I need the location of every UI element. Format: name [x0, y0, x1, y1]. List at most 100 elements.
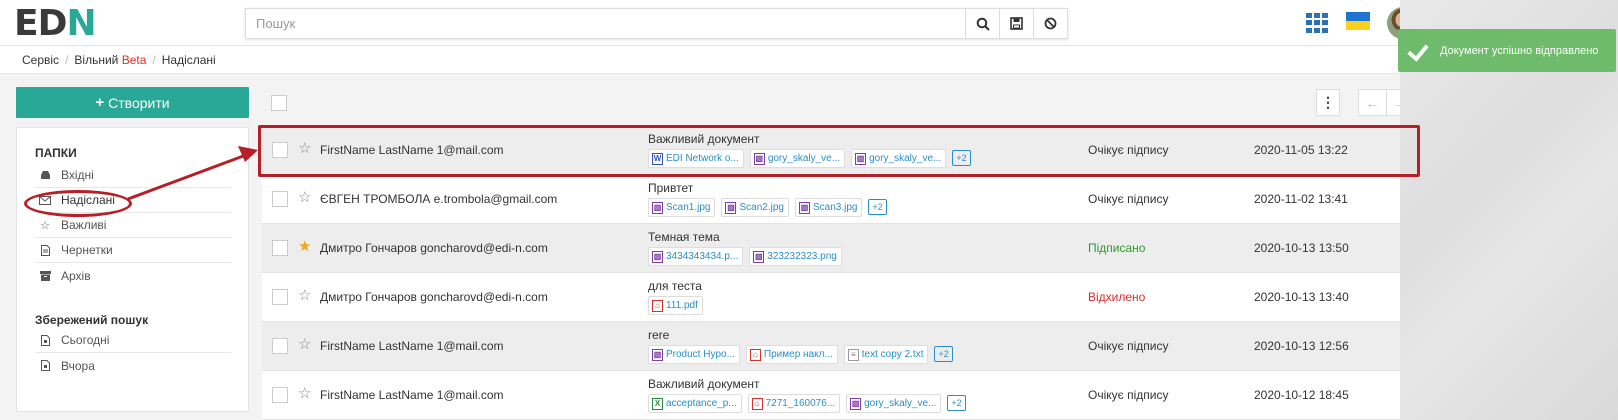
breadcrumb-free[interactable]: Вільний Beta — [74, 53, 146, 67]
beta-badge: Beta — [121, 52, 147, 67]
attachment-chip[interactable]: ▧ Scan1.jpg — [648, 198, 716, 217]
search-icon — [976, 17, 990, 31]
sidebar-item-drafts[interactable]: Чернетки — [35, 238, 231, 263]
table-row[interactable]: ☆ FirstName LastName 1@mail.com rere ▧ Produ… — [262, 322, 1418, 371]
breadcrumb-separator: / — [152, 52, 156, 67]
attachment-chip[interactable]: ▧ gory_skaly_ve... — [749, 149, 846, 168]
attachments: ⌂ 111.pdf — [648, 296, 703, 315]
row-sender: FirstName LastName 1@mail.com — [320, 388, 504, 402]
star-icon[interactable]: ★ — [298, 237, 311, 255]
checkmark-icon — [1408, 40, 1430, 62]
create-button[interactable]: + Створити — [16, 87, 249, 118]
row-subject: Темная тема — [648, 230, 720, 244]
row-date: 2020-10-13 13:40 — [1254, 290, 1349, 304]
search-button[interactable] — [965, 9, 999, 38]
saved-search-today[interactable]: Сьогодні — [35, 328, 231, 353]
star-icon[interactable]: ☆ — [298, 384, 311, 402]
attachment-name: Scan3.jpg — [812, 202, 858, 213]
attachment-chip[interactable]: ▧ 323232323.png — [749, 247, 842, 266]
row-subject: Важливий документ — [648, 377, 760, 391]
attachment-name: Пример накл... — [763, 349, 833, 360]
edin-logo[interactable]: ED N — [14, 3, 97, 44]
row-sender: FirstName LastName 1@mail.com — [320, 143, 504, 157]
attachment-chip[interactable]: ⌂ Пример накл... — [745, 345, 838, 364]
star-icon[interactable]: ☆ — [298, 286, 311, 304]
status-text: Очікує підпису — [1088, 339, 1169, 353]
attachment-chip[interactable]: ▧ Product Hypo... — [648, 345, 740, 364]
table-row[interactable]: ☆ FirstName LastName 1@mail.com Важливий д… — [262, 371, 1418, 420]
img-file-icon: ▧ — [855, 152, 867, 165]
more-attachments-badge[interactable]: +2 — [952, 150, 971, 166]
row-subject: rere — [648, 328, 670, 342]
table-row[interactable]: ☆ FirstName LastName 1@mail.com Важливий д… — [262, 126, 1418, 175]
breadcrumb-separator: / — [65, 52, 69, 67]
attachment-chip[interactable]: ▧ Scan3.jpg — [794, 198, 863, 217]
file-icon — [39, 334, 51, 346]
row-checkbox[interactable] — [272, 289, 288, 305]
toast-message: Документ успішно відправлено — [1440, 44, 1599, 57]
breadcrumb-sent: Надіслані — [161, 52, 216, 67]
attachment-chip[interactable]: ≡ text copy 2.txt — [843, 345, 929, 364]
inbox-icon — [39, 169, 51, 181]
breadcrumb-service[interactable]: Сервіс — [22, 53, 59, 67]
select-all-checkbox[interactable] — [271, 95, 287, 111]
pdf-file-icon: ⌂ — [751, 397, 763, 410]
img-file-icon: ▧ — [850, 397, 862, 410]
row-checkbox[interactable] — [272, 387, 288, 403]
apps-grid-icon[interactable] — [1306, 13, 1328, 33]
row-checkbox[interactable] — [272, 191, 288, 207]
save-search-button[interactable] — [999, 9, 1033, 38]
attachment-chip[interactable]: W EDI Network o... — [648, 149, 744, 168]
more-attachments-badge[interactable]: +2 — [947, 395, 966, 411]
success-toast[interactable]: Документ успішно відправлено — [1398, 29, 1616, 72]
sidebar-item-archive[interactable]: Архів — [35, 263, 231, 288]
attachment-name: 7271_160076... — [765, 398, 836, 409]
ukraine-flag-icon[interactable] — [1346, 12, 1370, 30]
attachment-name: gory_skaly_ve... — [864, 398, 937, 409]
table-row[interactable]: ★ Дмитро Гончаров goncharovd@edi-n.com Тем… — [262, 224, 1418, 273]
attachment-name: gory_skaly_ve... — [869, 153, 942, 164]
sidebar-item-inbox[interactable]: Вхідні — [35, 163, 231, 188]
attachment-chip[interactable]: ▧ 3434343434.p... — [648, 247, 744, 266]
more-attachments-badge[interactable]: +2 — [934, 346, 953, 362]
pdf-file-icon: ⌂ — [652, 299, 663, 312]
sidebar-item-sent[interactable]: Надіслані — [35, 188, 231, 213]
attachment-chip[interactable]: ⌂ 7271_160076... — [747, 394, 841, 413]
attachment-chip[interactable]: ▧ gory_skaly_ve... — [851, 149, 947, 168]
search-input[interactable] — [246, 9, 965, 38]
attachment-name: acceptance_p... — [666, 398, 737, 409]
status-text: Очікує підпису — [1088, 143, 1169, 157]
row-checkbox[interactable] — [272, 338, 288, 354]
attachment-name: Product Hypo... — [666, 349, 735, 360]
clear-search-button[interactable] — [1033, 9, 1067, 38]
attachment-chip[interactable]: ▧ gory_skaly_ve... — [846, 394, 942, 413]
star-icon[interactable]: ☆ — [298, 335, 311, 353]
folders-heading: ПАПКИ — [35, 146, 77, 160]
saved-search-heading: Збережений пошук — [35, 313, 149, 327]
attachment-chip[interactable]: ⌂ 111.pdf — [648, 296, 703, 315]
saved-search-yesterday[interactable]: Вчора — [35, 353, 231, 378]
star-icon[interactable]: ☆ — [298, 188, 311, 206]
status-text: Очікує підпису — [1088, 192, 1169, 206]
sidebar-item-important[interactable]: ☆ Важливі — [35, 213, 231, 238]
attachments: ▧ 3434343434.p... ▧ 323232323.png — [648, 247, 842, 266]
attachment-chip[interactable]: Xacceptance_p... — [648, 394, 742, 413]
row-date: 2020-11-02 13:41 — [1254, 192, 1348, 206]
row-checkbox[interactable] — [272, 240, 288, 256]
table-row[interactable]: ☆ Дмитро Гончаров goncharovd@edi-n.com для… — [262, 273, 1418, 322]
sidebar-panel: ПАПКИ Вхідні Надіслані ☆ Важливі Чернетк… — [16, 127, 249, 412]
attachments: W EDI Network o... ▧ gory_skaly_ve... ▧ gory_… — [648, 149, 971, 168]
star-icon[interactable]: ☆ — [298, 139, 311, 157]
sidebar-item-label: Надіслані — [61, 193, 115, 207]
top-header: ED N — [0, 0, 1419, 46]
xls-file-icon: X — [652, 397, 663, 410]
attachment-name: Scan1.jpg — [666, 202, 711, 213]
prev-page-button[interactable]: ← — [1359, 90, 1387, 115]
attachment-chip[interactable]: ▧ Scan2.jpg — [721, 198, 789, 217]
more-options-button[interactable]: ⋮ — [1316, 89, 1340, 116]
more-attachments-badge[interactable]: +2 — [868, 199, 887, 215]
row-subject: Привтет — [648, 181, 694, 195]
row-checkbox[interactable] — [272, 142, 288, 158]
img-file-icon: ▧ — [652, 348, 663, 361]
table-row[interactable]: ☆ ЄВГЕН ТРОМБОЛА e.trombola@gmail.com Прив… — [262, 175, 1418, 224]
